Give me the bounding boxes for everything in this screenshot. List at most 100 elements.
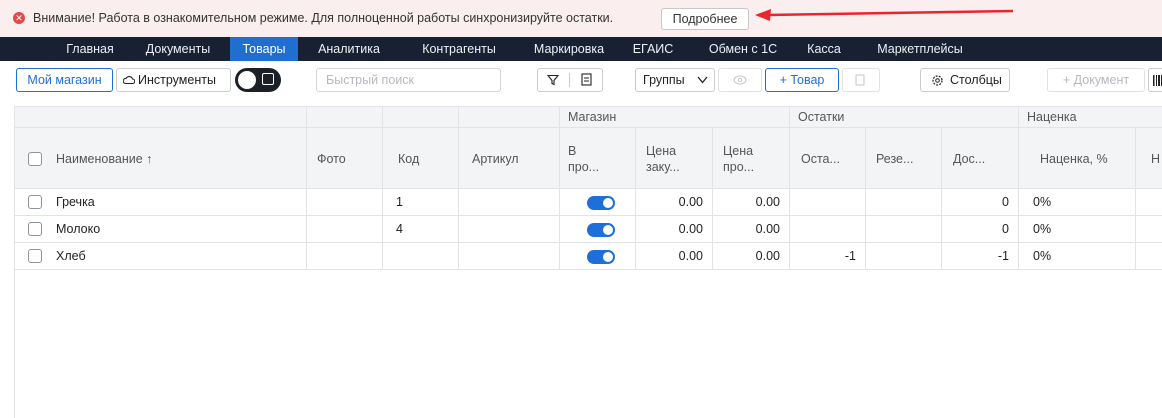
nav-item-marking[interactable]: Маркировка xyxy=(524,37,614,61)
column-header-sell-price[interactable]: Цена про... xyxy=(713,128,790,189)
code-cell: 4 xyxy=(383,216,459,243)
extra-cell xyxy=(1136,216,1162,243)
column-header-article[interactable]: Артикул xyxy=(459,128,560,189)
sell-price-cell: 0.00 xyxy=(713,189,790,216)
barcode-button[interactable] xyxy=(1148,68,1162,92)
nav-item-products[interactable]: Товары xyxy=(230,37,298,61)
row-checkbox[interactable] xyxy=(28,222,42,236)
view-button[interactable] xyxy=(718,68,762,92)
article-cell xyxy=(459,216,560,243)
markup-pct-header-label: Наценка, % xyxy=(1040,152,1108,166)
code-cell xyxy=(383,243,459,270)
available-header-label: Дос... xyxy=(953,152,986,166)
select-all-checkbox[interactable] xyxy=(28,152,42,166)
column-header-code[interactable]: Код xyxy=(383,128,459,189)
photo-cell xyxy=(307,216,383,243)
column-header-buy-price[interactable]: Цена заку... xyxy=(636,128,713,189)
available-cell: -1 xyxy=(942,243,1019,270)
trial-warning-banner: ✕ Внимание! Работа в ознакомительном реж… xyxy=(0,0,1162,37)
extra-header-label: Н xyxy=(1151,152,1161,166)
groups-dropdown[interactable]: Группы xyxy=(635,68,715,92)
search-input[interactable] xyxy=(316,68,501,92)
on-sale-switch[interactable] xyxy=(587,250,615,264)
remain-header-label: Оста... xyxy=(801,152,840,166)
name-header-label: Наименование ↑ xyxy=(56,152,153,166)
nav-item-1c-exchange[interactable]: Обмен с 1С xyxy=(700,37,786,61)
column-header-photo[interactable]: Фото xyxy=(307,128,383,189)
add-product-button[interactable]: + Товар xyxy=(765,68,839,92)
nav-item-cashbox[interactable]: Касса xyxy=(796,37,852,61)
group-empty xyxy=(15,107,307,128)
view-mode-toggle[interactable] xyxy=(235,68,281,92)
photo-cell xyxy=(307,189,383,216)
nav-item-marketplaces[interactable]: Маркетплейсы xyxy=(868,37,972,61)
products-table: Магазин Остатки Наценка Наименование ↑ Ф… xyxy=(14,106,1162,418)
reserve-header-label: Резе... xyxy=(876,152,914,166)
on-sale-switch[interactable] xyxy=(587,223,615,237)
on-sale-switch[interactable] xyxy=(587,196,615,210)
copy-button[interactable] xyxy=(842,68,880,92)
column-header-markup-pct[interactable]: Наценка, % xyxy=(1019,128,1136,189)
filter-icon xyxy=(547,74,559,86)
column-header-available[interactable]: Дос... xyxy=(942,128,1019,189)
store-button[interactable]: Мой магазин xyxy=(16,68,113,92)
column-header-reserve[interactable]: Резе... xyxy=(866,128,942,189)
extra-cell xyxy=(1136,189,1162,216)
on-sale-cell xyxy=(560,216,636,243)
available-cell: 0 xyxy=(942,189,1019,216)
buy-price-cell: 0.00 xyxy=(636,189,713,216)
details-button[interactable]: Подробнее xyxy=(661,8,749,30)
code-header-label: Код xyxy=(398,152,420,166)
product-name: Гречка xyxy=(56,195,95,209)
table-row[interactable]: Гречка 1 0.00 0.00 0 0% xyxy=(15,189,1162,216)
article-cell xyxy=(459,189,560,216)
reserve-cell xyxy=(866,216,942,243)
photo-cell xyxy=(307,243,383,270)
nav-item-counterparties[interactable]: Контрагенты xyxy=(409,37,509,61)
remain-cell: -1 xyxy=(790,243,866,270)
columns-button[interactable]: Столбцы xyxy=(920,68,1010,92)
article-header-label: Артикул xyxy=(472,152,519,166)
on-sale-cell xyxy=(560,243,636,270)
toolbar: Мой магазин Инструменты Группы + Товар С… xyxy=(0,61,1162,99)
table-row[interactable]: Молоко 4 0.00 0.00 0 0% xyxy=(15,216,1162,243)
group-stock: Остатки xyxy=(790,107,1019,128)
column-header-extra[interactable]: Н xyxy=(1136,128,1162,189)
edit-icon xyxy=(262,73,274,85)
name-cell: Молоко xyxy=(15,216,307,243)
filter-button-group[interactable] xyxy=(537,68,603,92)
remain-cell xyxy=(790,189,866,216)
sell-price-header-line2: про... xyxy=(723,160,755,174)
markup-cell: 0% xyxy=(1019,216,1136,243)
arrow-icon xyxy=(755,9,1014,21)
group-empty xyxy=(459,107,560,128)
add-document-button[interactable]: + Документ xyxy=(1047,68,1145,92)
sell-price-cell: 0.00 xyxy=(713,216,790,243)
row-checkbox[interactable] xyxy=(28,249,42,263)
code-cell: 1 xyxy=(383,189,459,216)
nav-item-egais[interactable]: ЕГАИС xyxy=(628,37,678,61)
extra-cell xyxy=(1136,243,1162,270)
reserve-cell xyxy=(866,189,942,216)
nav-item-documents[interactable]: Документы xyxy=(136,37,220,61)
row-checkbox[interactable] xyxy=(28,195,42,209)
barcode-icon xyxy=(1153,75,1162,86)
table-row[interactable]: Хлеб 0.00 0.00 -1 -1 0% xyxy=(15,243,1162,270)
column-header-name[interactable]: Наименование ↑ xyxy=(15,128,307,189)
nav-item-analytics[interactable]: Аналитика xyxy=(306,37,392,61)
name-cell: Хлеб xyxy=(15,243,307,270)
buy-price-cell: 0.00 xyxy=(636,216,713,243)
column-header-remain[interactable]: Оста... xyxy=(790,128,866,189)
buy-price-header-line1: Цена xyxy=(646,144,677,158)
tools-button[interactable]: Инструменты xyxy=(116,68,231,92)
gear-icon xyxy=(932,75,943,86)
nav-item-home[interactable]: Главная xyxy=(56,37,124,61)
on-sale-cell xyxy=(560,189,636,216)
sell-price-cell: 0.00 xyxy=(713,243,790,270)
markup-cell: 0% xyxy=(1019,243,1136,270)
product-name: Хлеб xyxy=(56,249,86,263)
columns-label: Столбцы xyxy=(950,73,1002,87)
remain-cell xyxy=(790,216,866,243)
column-header-on-sale[interactable]: В про... xyxy=(560,128,636,189)
groups-label: Группы xyxy=(643,73,685,87)
